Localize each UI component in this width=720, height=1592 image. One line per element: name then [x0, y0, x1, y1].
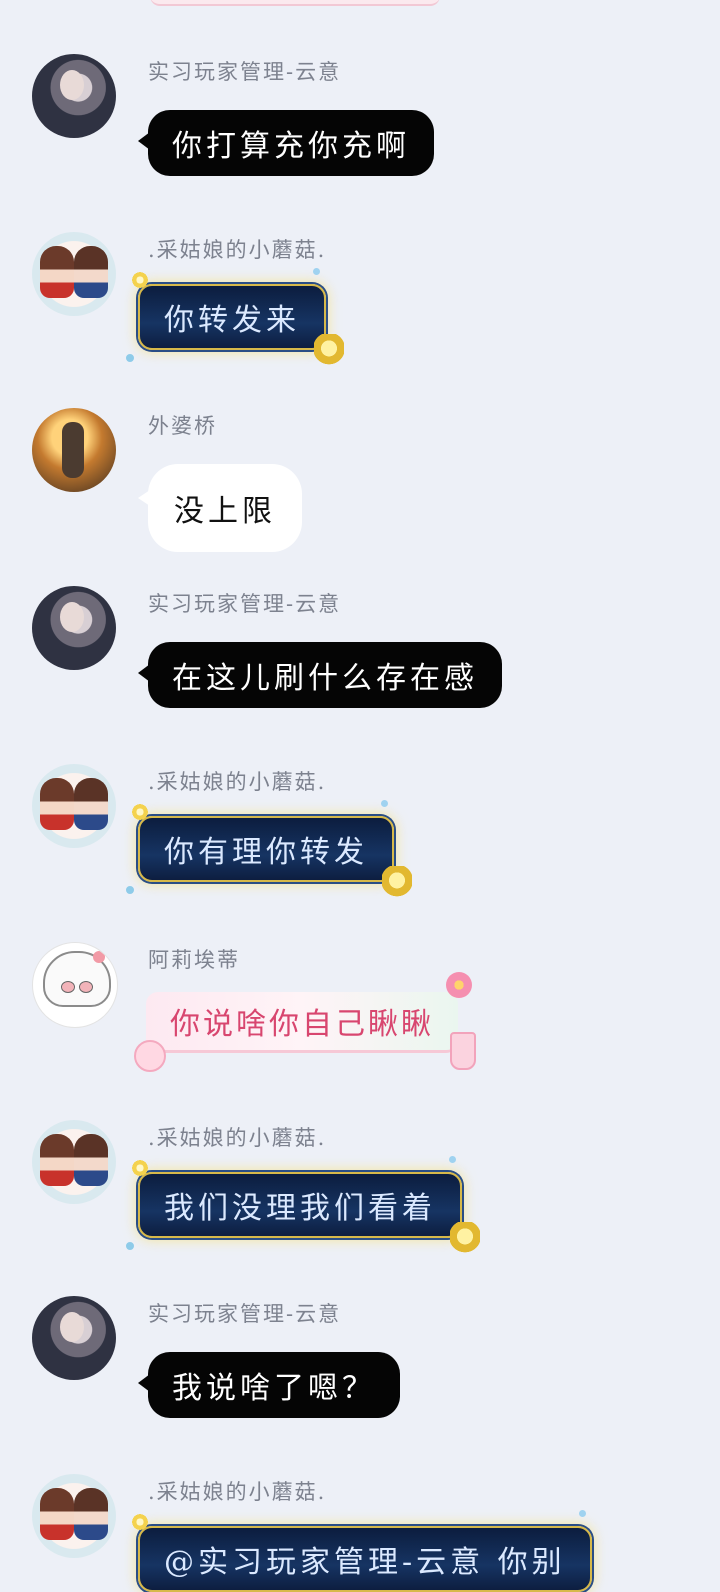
- sender-name: 实习玩家管理-云意: [148, 1302, 342, 1326]
- message-bubble[interactable]: 我说啥了嗯？: [138, 1352, 400, 1418]
- avatar[interactable]: [32, 942, 118, 1028]
- sender-name: .采姑娘的小蘑菇.: [148, 1480, 327, 1504]
- cup-icon: [450, 1032, 476, 1070]
- sender-name: 外婆桥: [148, 414, 217, 438]
- sender-name: .采姑娘的小蘑菇.: [148, 1126, 327, 1150]
- avatar-figure: [40, 1488, 74, 1540]
- message-text: 你有理你转发: [164, 835, 368, 870]
- avatar-figure: [40, 246, 74, 298]
- avatar-figure: [40, 778, 74, 830]
- avatar[interactable]: [32, 408, 116, 492]
- avatar-figure: [74, 1488, 108, 1540]
- avatar[interactable]: [32, 54, 116, 138]
- message-bubble[interactable]: 在这儿刷什么存在感: [138, 642, 502, 708]
- message-text: 我们没理我们看着: [164, 1191, 436, 1226]
- sparkle-icon: [126, 354, 134, 362]
- message-text: 没上限: [174, 494, 276, 529]
- sparkle-icon: [313, 268, 320, 275]
- bunny-icon: [134, 1040, 166, 1072]
- sparkle-icon: [578, 1510, 586, 1517]
- sender-name: 实习玩家管理-云意: [148, 60, 342, 84]
- sparkle-icon: [126, 886, 134, 894]
- deer-icon: [382, 866, 412, 902]
- avatar[interactable]: [32, 1474, 116, 1558]
- avatar-figure: [74, 246, 108, 298]
- message-text: 你说啥你自己瞅瞅: [170, 1007, 434, 1042]
- avatar-figure: [74, 778, 108, 830]
- avatar[interactable]: [32, 232, 116, 316]
- star-icon: [130, 1158, 150, 1178]
- message-text: @实习玩家管理-云意 你别: [164, 1545, 566, 1580]
- sender-name: .采姑娘的小蘑菇.: [148, 238, 327, 262]
- message-bubble[interactable]: 你说啥你自己瞅瞅: [134, 972, 476, 1072]
- avatar-figure: [74, 1134, 108, 1186]
- message-text: 在这儿刷什么存在感: [172, 661, 478, 696]
- message-bubble[interactable]: 你转发来: [126, 268, 344, 370]
- message-text: 我说啥了嗯？: [172, 1371, 376, 1406]
- star-icon: [130, 802, 150, 822]
- avatar-eye: [61, 981, 75, 993]
- avatar[interactable]: [32, 1296, 116, 1380]
- previous-message-bubble-edge: [150, 0, 440, 6]
- message-bubble[interactable]: @实习玩家管理-云意 你别: [130, 1510, 592, 1592]
- sender-name: 实习玩家管理-云意: [148, 592, 342, 616]
- avatar[interactable]: [32, 1120, 116, 1204]
- avatar[interactable]: [32, 764, 116, 848]
- sender-name: .采姑娘的小蘑菇.: [148, 770, 327, 794]
- message-bubble[interactable]: 你有理你转发: [126, 800, 412, 902]
- avatar-eye: [79, 981, 93, 993]
- flower-icon: [446, 972, 472, 998]
- message-text: 你打算充你充啊: [172, 129, 410, 164]
- sparkle-icon: [449, 1156, 456, 1163]
- message-bubble[interactable]: 我们没理我们看着: [126, 1156, 480, 1258]
- message-bubble[interactable]: 你打算充你充啊: [138, 110, 434, 176]
- sparkle-icon: [381, 800, 388, 807]
- star-icon: [130, 270, 150, 290]
- avatar-figure: [40, 1134, 74, 1186]
- sparkle-icon: [126, 1242, 134, 1250]
- flower-icon: [93, 951, 105, 963]
- star-icon: [130, 1512, 150, 1532]
- sender-name: 阿莉埃蒂: [148, 948, 240, 972]
- message-bubble[interactable]: 没上限: [138, 464, 302, 552]
- deer-icon: [314, 334, 344, 370]
- avatar[interactable]: [32, 586, 116, 670]
- deer-icon: [450, 1222, 480, 1258]
- message-text: 你转发来: [164, 303, 300, 338]
